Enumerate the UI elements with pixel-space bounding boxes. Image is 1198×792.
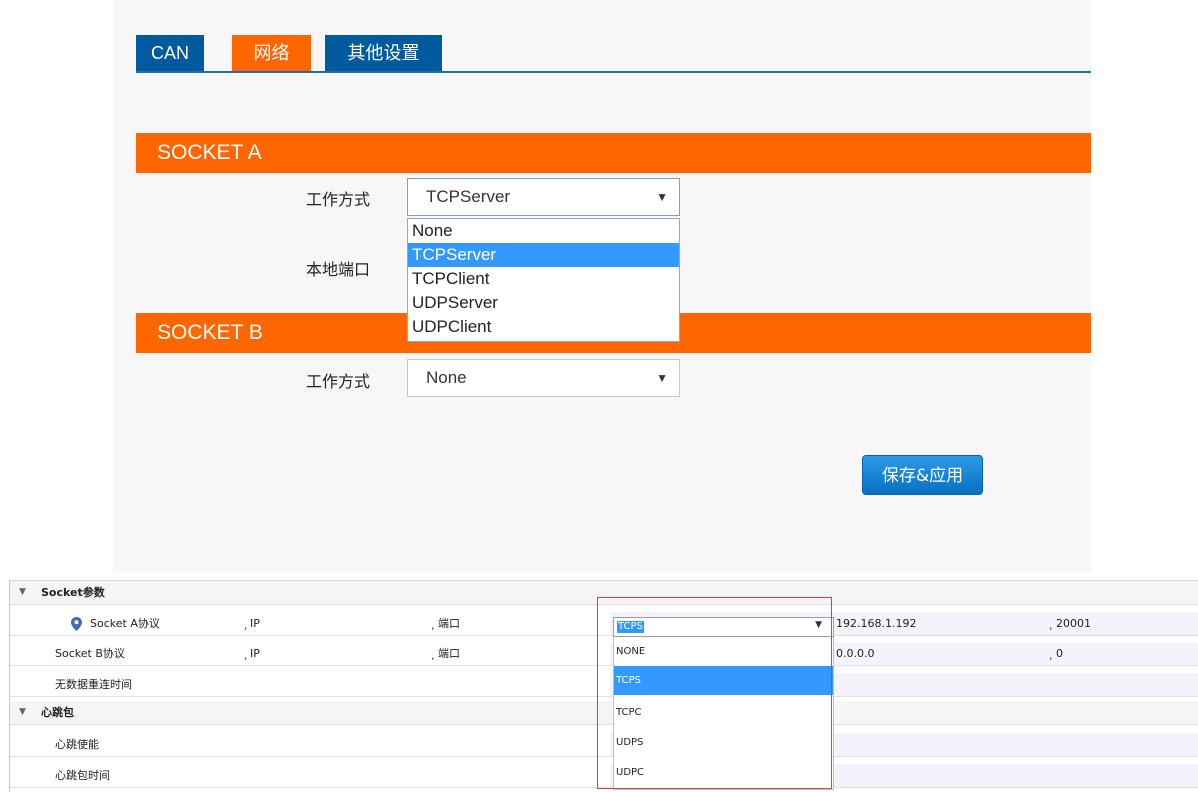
- dropdown-option-udpserver[interactable]: UDPServer: [408, 291, 679, 315]
- grid-row-socket-a[interactable]: Socket A协议 , IP , 端口 , 192.168.1.192 , 2…: [10, 612, 1198, 636]
- section-header-socket-a: SOCKET A: [136, 133, 1091, 173]
- tab-network[interactable]: 网络: [232, 35, 311, 71]
- grid-row-socket-b[interactable]: Socket B协议 , IP , 端口 , 0.0.0.0 , 0: [10, 642, 1198, 666]
- grid-port-value[interactable]: 20001: [1056, 612, 1091, 635]
- grid-ip-label: IP: [250, 647, 260, 660]
- protocol-option-udpc[interactable]: UDPC: [614, 758, 833, 787]
- grid-ip-label: IP: [250, 617, 260, 630]
- grid-row-heartbeat-time[interactable]: 心跳包时间: [10, 764, 1198, 788]
- grid-row-reconnect-time[interactable]: 无数据重连时间: [10, 673, 1198, 697]
- tab-underline: [136, 71, 1091, 73]
- dropdown-option-tcpserver[interactable]: TCPServer: [408, 243, 679, 267]
- grid-row-label: Socket A协议: [90, 617, 160, 630]
- socket-a-mode-label: 工作方式: [306, 190, 371, 209]
- protocol-option-tcpc[interactable]: TCPC: [614, 698, 833, 727]
- category-label: 心跳包: [41, 706, 74, 719]
- socket-b-mode-label: 工作方式: [306, 372, 371, 391]
- chevron-down-icon[interactable]: ▼: [815, 620, 822, 630]
- dropdown-option-udpclient[interactable]: UDPClient: [408, 315, 679, 339]
- grid-port-value[interactable]: 0: [1056, 642, 1063, 665]
- socket-a-mode-dropdown: None TCPServer TCPClient UDPServer UDPCl…: [407, 218, 680, 342]
- grid-row-label: 心跳使能: [55, 738, 99, 751]
- protocol-combobox-value: TCPS: [617, 621, 644, 633]
- collapse-triangle-icon[interactable]: ▼: [19, 701, 26, 724]
- socket-a-mode-select[interactable]: TCPServer ▼: [407, 178, 680, 216]
- grid-ip-value[interactable]: 0.0.0.0: [836, 642, 874, 665]
- tab-can[interactable]: CAN: [136, 35, 204, 71]
- tab-other-settings[interactable]: 其他设置: [325, 35, 442, 71]
- grid-port-label: 端口: [438, 647, 460, 660]
- network-config-panel: CAN 网络 其他设置 SOCKET A 工作方式 TCPServer ▼ 本地…: [113, 0, 1091, 572]
- grid-port-label: 端口: [438, 617, 460, 630]
- property-grid: ▼ Socket参数 Socket A协议 , IP , 端口 , 192.16…: [9, 580, 1198, 792]
- protocol-option-udps[interactable]: UDPS: [614, 728, 833, 757]
- separator-comma: ,: [431, 649, 435, 662]
- separator-comma: ,: [244, 619, 248, 632]
- dropdown-option-none[interactable]: None: [408, 219, 679, 243]
- chevron-down-icon: ▼: [656, 371, 668, 385]
- separator-comma: ,: [1049, 619, 1053, 632]
- collapse-triangle-icon[interactable]: ▼: [19, 581, 26, 604]
- grid-row-label: 心跳包时间: [55, 769, 110, 782]
- dropdown-option-tcpclient[interactable]: TCPClient: [408, 267, 679, 291]
- location-pin-icon: [71, 617, 82, 631]
- save-apply-button[interactable]: 保存&应用: [862, 455, 983, 495]
- protocol-option-none[interactable]: NONE: [614, 637, 833, 666]
- grid-row-label: Socket B协议: [55, 647, 125, 660]
- chevron-down-icon: ▼: [656, 190, 668, 204]
- separator-comma: ,: [244, 649, 248, 662]
- grid-row-heartbeat-enable[interactable]: 心跳使能: [10, 733, 1198, 757]
- protocol-option-tcps[interactable]: TCPS: [614, 666, 833, 695]
- separator-comma: ,: [1049, 649, 1053, 662]
- grid-ip-value[interactable]: 192.168.1.192: [836, 612, 916, 635]
- category-row-socket-params[interactable]: ▼ Socket参数: [10, 581, 1198, 605]
- protocol-dropdown-list: NONE TCPS TCPC UDPS UDPC: [613, 637, 834, 790]
- socket-b-mode-value: None: [426, 368, 467, 387]
- grid-row-label: 无数据重连时间: [55, 678, 132, 691]
- category-row-heartbeat[interactable]: ▼ 心跳包: [10, 701, 1198, 725]
- category-label: Socket参数: [41, 586, 105, 599]
- socket-b-mode-select[interactable]: None ▼: [407, 359, 680, 397]
- separator-comma: ,: [431, 619, 435, 632]
- socket-a-port-label: 本地端口: [306, 260, 371, 279]
- protocol-combobox[interactable]: TCPS ▼: [613, 617, 834, 637]
- socket-a-mode-value: TCPServer: [426, 187, 511, 206]
